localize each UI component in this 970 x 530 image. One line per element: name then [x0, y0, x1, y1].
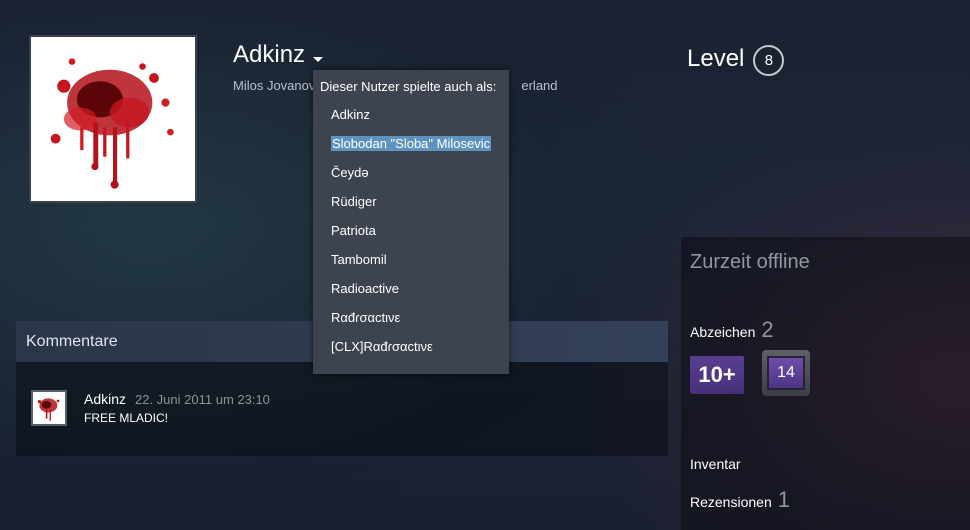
alias-history-dropdown: Dieser Nutzer spielte auch als: Adkinz S… [313, 70, 509, 374]
alias-item-label: Slobodan "Sloba" Milosevic [331, 136, 492, 151]
alias-item-label: [CLX]Rαđɾσαctινε [331, 339, 433, 354]
caret-down-icon[interactable] [313, 56, 324, 62]
comment-author-avatar[interactable] [31, 390, 67, 426]
alias-item[interactable]: Čeydə [331, 165, 369, 181]
alias-item[interactable]: Patriota [331, 223, 376, 239]
profile-level: Level 8 [687, 42, 785, 76]
alias-item[interactable]: [CLX]Rαđɾσαctινε [331, 339, 433, 355]
badges-count: 2 [761, 317, 774, 342]
alias-item-label: Rüdiger [331, 194, 377, 209]
alias-item[interactable]: Tambomil [331, 252, 387, 268]
real-name-text: Milos Jovanov [233, 78, 316, 93]
badge-label: 14 [777, 364, 795, 381]
blood-splatter-avatar-image [31, 37, 195, 201]
comment-author-link[interactable]: Adkinz [84, 391, 126, 407]
alias-item-label: Čeydə [331, 165, 369, 180]
badges-link[interactable]: Abzeichen 2 [690, 317, 774, 343]
level-badge[interactable]: 8 [753, 45, 785, 76]
persona-name: Adkinz [233, 41, 306, 68]
alias-item-label: Rαđɾσαctινε [331, 310, 401, 325]
reviews-link[interactable]: Rezensionen 1 [690, 487, 790, 513]
comment-text: FREE MLADIC! [84, 411, 169, 425]
alias-item-selected[interactable]: Slobodan "Sloba" Milosevic [331, 136, 492, 152]
badge-community[interactable]: 14 [762, 350, 810, 396]
persona-name-button[interactable]: Adkinz [233, 41, 324, 69]
alias-item-label: Patriota [331, 223, 376, 238]
alias-item-label: Tambomil [331, 252, 387, 267]
level-label: Level [687, 45, 745, 72]
location-text-tail: erland [521, 78, 558, 93]
alias-item[interactable]: Rüdiger [331, 194, 377, 210]
alias-item[interactable]: Adkinz [331, 107, 370, 123]
reviews-label: Rezensionen [690, 494, 772, 510]
alias-item[interactable]: Radioactive [331, 281, 399, 297]
profile-avatar[interactable] [29, 35, 197, 203]
comments-title: Kommentare [26, 332, 118, 350]
alias-item[interactable]: Rαđɾσαctινε [331, 310, 400, 326]
reviews-count: 1 [777, 487, 790, 512]
badge-label: 10+ [698, 362, 736, 387]
alias-item-label: Adkinz [331, 107, 371, 122]
online-status: Zurzeit offline [690, 251, 810, 273]
alias-dropdown-header: Dieser Nutzer spielte auch als: [320, 79, 497, 94]
profile-sidebar: Zurzeit offline Abzeichen 2 10+ 14 Invent… [681, 237, 970, 530]
blood-splatter-avatar-image [33, 392, 65, 424]
inventory-link[interactable]: Inventar [690, 456, 741, 472]
alias-item-label: Radioactive [331, 281, 399, 296]
badge-years-of-service[interactable]: 10+ [690, 356, 744, 394]
badge-inner: 14 [767, 356, 805, 390]
badges-label: Abzeichen [690, 324, 756, 340]
comment-timestamp: 22. Juni 2011 um 23:10 [135, 392, 270, 407]
